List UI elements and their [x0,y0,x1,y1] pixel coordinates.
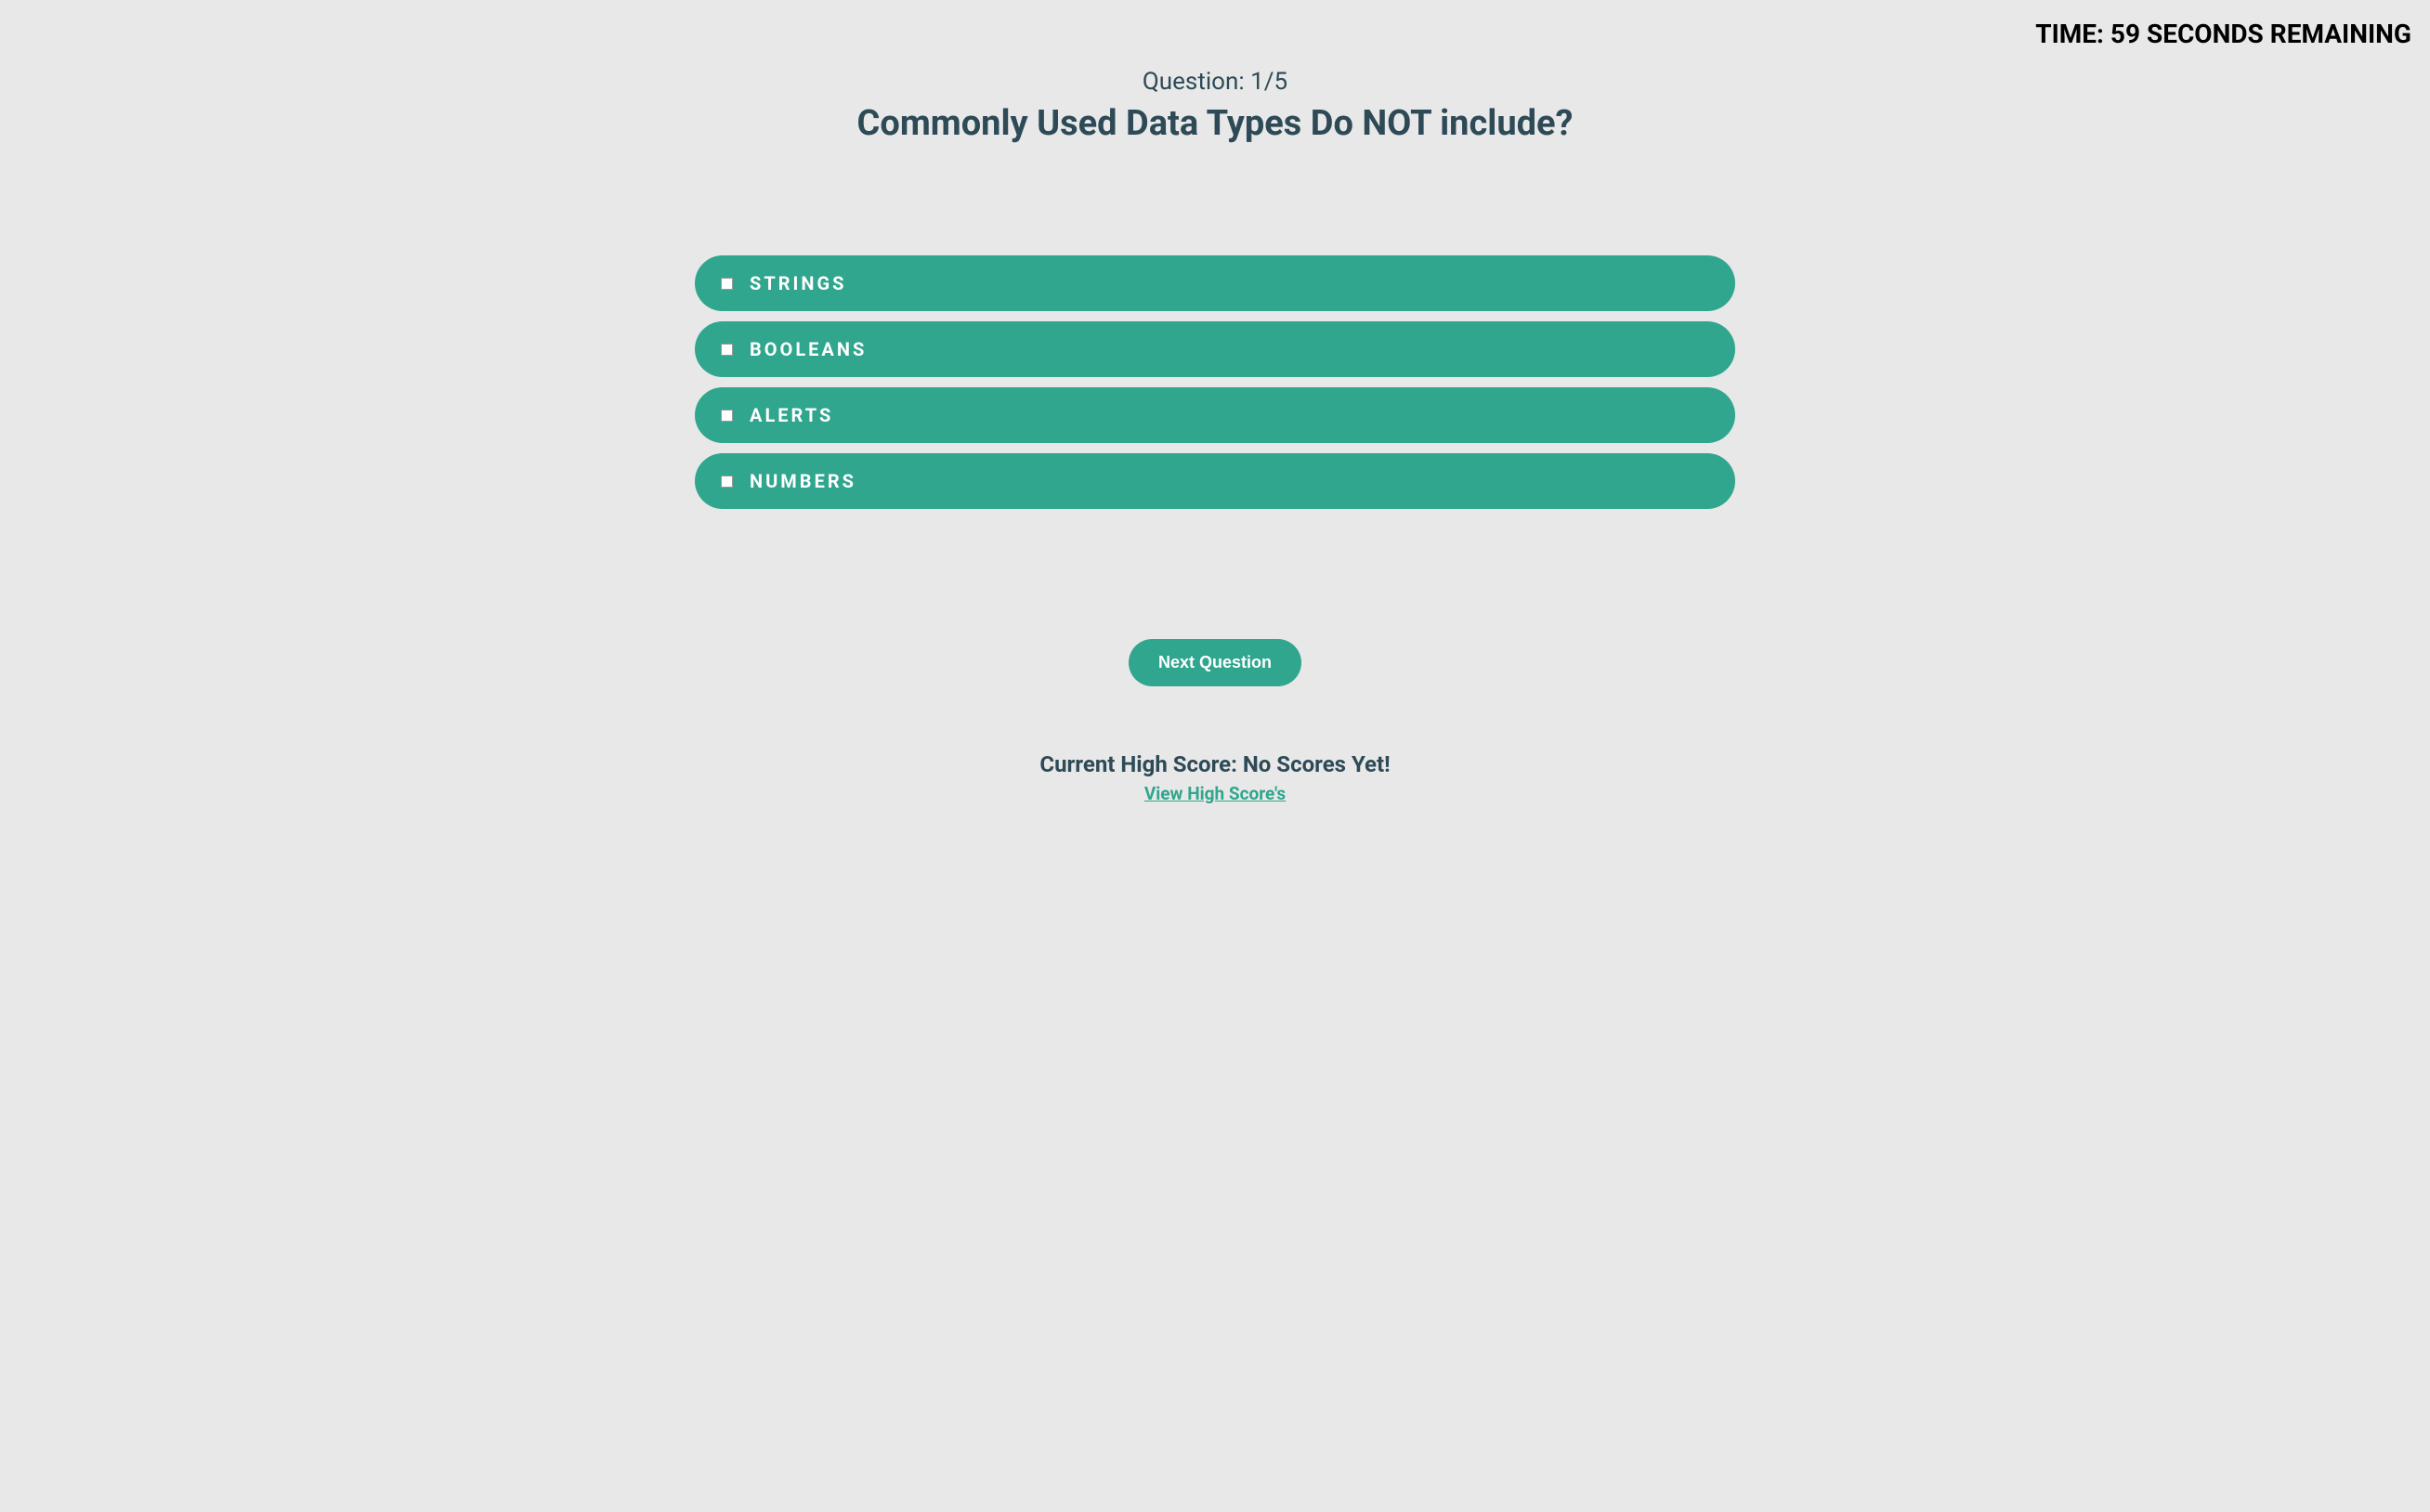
next-button-container: Next Question [19,639,2411,686]
timer-display: TIME: 59 SECONDS REMAINING [19,19,2411,49]
answer-label-1: BOOLEANS [750,338,867,360]
answer-option-0[interactable]: STRINGS [695,255,1735,311]
high-score-text: Current High Score: No Scores Yet! [19,751,2411,777]
answer-checkbox-0[interactable] [721,278,733,290]
answer-label-3: NUMBERS [750,470,856,492]
footer: Current High Score: No Scores Yet! View … [19,751,2411,804]
answer-label-0: STRINGS [750,272,846,294]
answer-checkbox-2[interactable] [721,410,733,422]
answer-option-2[interactable]: ALERTS [695,387,1735,443]
question-number: Question: 1/5 [19,68,2411,96]
view-high-scores-link[interactable]: View High Score's [1144,783,1286,804]
answers-container: STRINGS BOOLEANS ALERTS NUMBERS [686,255,1744,509]
answer-checkbox-3[interactable] [721,476,733,488]
question-text: Commonly Used Data Types Do NOT include? [19,103,2411,144]
answer-label-2: ALERTS [750,404,833,426]
answer-option-1[interactable]: BOOLEANS [695,321,1735,377]
question-header: Question: 1/5 Commonly Used Data Types D… [19,68,2411,144]
answer-option-3[interactable]: NUMBERS [695,453,1735,509]
answer-checkbox-1[interactable] [721,344,733,356]
next-question-button[interactable]: Next Question [1129,639,1301,686]
